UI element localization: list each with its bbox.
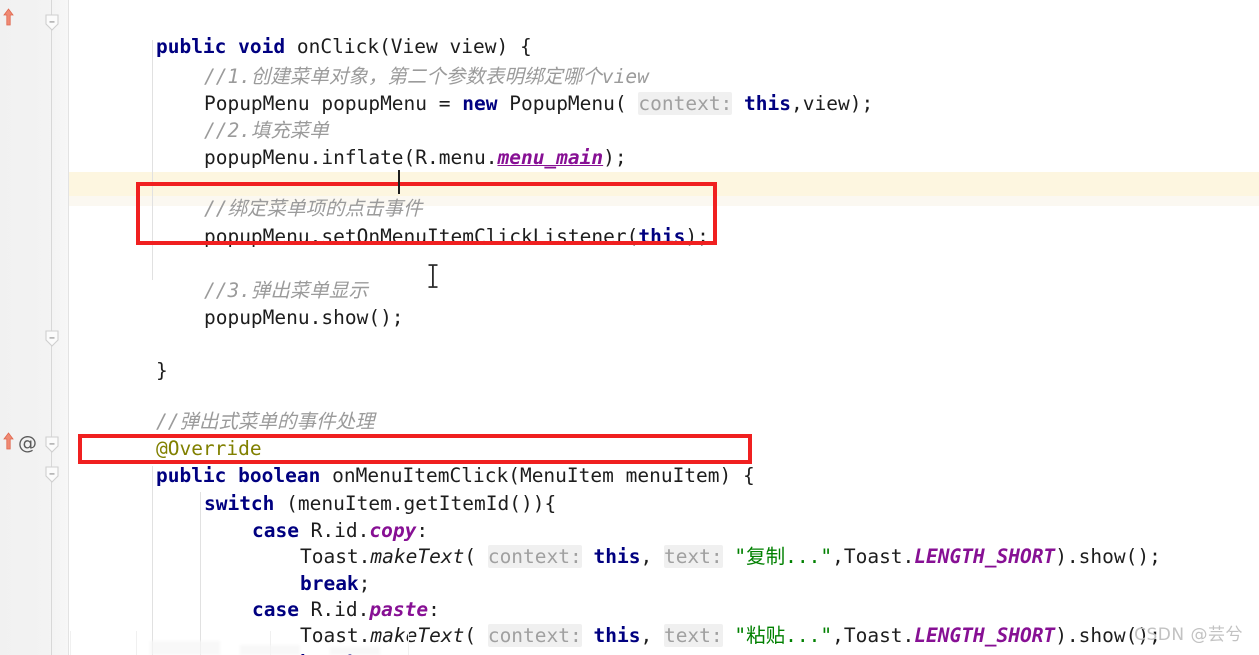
const-length-short: LENGTH_SHORT — [914, 624, 1056, 647]
string-paste: "粘贴..." — [734, 624, 833, 647]
code-line-toast-paste[interactable]: Toast.makeText( context: this, text: "粘贴… — [253, 597, 1161, 655]
field-menu-main: menu_main — [497, 146, 604, 169]
param-hint-text: text: — [663, 545, 723, 568]
toast-tail: ,Toast. — [832, 545, 915, 568]
param-hint-context: context: — [487, 624, 582, 647]
code-line-override-clipped: @Override — [0, 0, 1259, 7]
inflate-call: popupMenu.inflate(R.menu. — [203, 146, 498, 169]
override-arrow-icon[interactable] — [2, 432, 15, 450]
const-length-short: LENGTH_SHORT — [914, 545, 1056, 568]
override-arrow-icon[interactable] — [2, 8, 15, 26]
code-line-show[interactable]: popupMenu.show(); — [157, 279, 404, 357]
code-line-break-paste[interactable]: break; — [253, 624, 370, 655]
param-hint-context: context: — [487, 545, 582, 568]
highlight-box-setlistener — [136, 182, 717, 245]
keyword-this: this — [593, 624, 641, 647]
show-call: popupMenu.show(); — [203, 306, 404, 329]
method-maketext: makeText — [370, 624, 465, 647]
statement-end: ); — [603, 146, 627, 169]
method-maketext: makeText — [370, 545, 465, 568]
mouse-ibeam-cursor — [425, 262, 441, 294]
text-caret — [398, 170, 400, 194]
fold-collapse-icon[interactable] — [45, 14, 59, 31]
editor-left-edge — [68, 0, 69, 655]
toast-tail: ,Toast. — [832, 624, 915, 647]
highlight-box-onmenuitemclick — [78, 434, 752, 464]
fold-collapse-icon[interactable] — [45, 466, 59, 483]
fold-collapse-icon[interactable] — [45, 330, 59, 347]
arg-view: ,view); — [791, 92, 874, 115]
gutter-background — [0, 0, 68, 655]
keyword-this: this — [593, 545, 641, 568]
fold-collapse-icon[interactable] — [45, 436, 59, 453]
annotation-at-icon[interactable]: @ — [18, 434, 37, 453]
toast-open-paren: ( — [464, 545, 488, 568]
close-brace: } — [155, 359, 168, 382]
popupmenu-constructor: PopupMenu( — [509, 92, 639, 115]
editor-gutter[interactable] — [0, 0, 68, 655]
param-hint-text: text: — [663, 624, 723, 647]
keyword-break: break — [300, 651, 359, 655]
param-hint-context: context: — [638, 92, 733, 115]
keyword-new: new — [462, 92, 498, 115]
fold-rail — [51, 0, 52, 655]
toast-end: ).show(); — [1055, 545, 1161, 568]
keyword-this: this — [744, 92, 792, 115]
toast-open-paren: ( — [464, 624, 488, 647]
string-copy: "复制..." — [734, 545, 833, 568]
editor-screenshot: @ @Override public void onClick(Vie — [0, 0, 1259, 655]
csdn-watermark: CSDN @芸兮 — [1134, 625, 1243, 645]
